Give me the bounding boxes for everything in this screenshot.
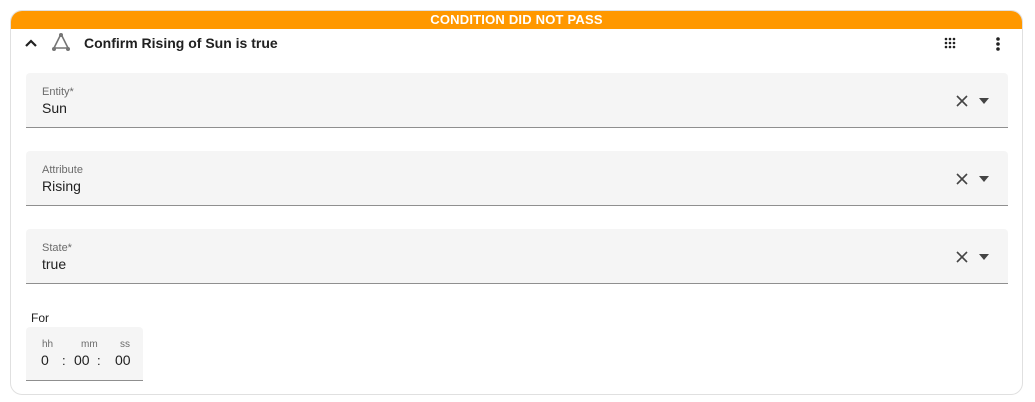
condition-card: CONDITION DID NOT PASS Confirm Rising of… [10, 10, 1023, 395]
chevron-up-icon [25, 39, 37, 47]
collapse-button[interactable] [21, 33, 41, 53]
condition-header[interactable]: Confirm Rising of Sun is true [11, 25, 1022, 65]
entity-field-value[interactable]: Sun [42, 100, 67, 116]
state-field-value[interactable]: true [42, 256, 66, 272]
time-separator: : [97, 353, 101, 368]
seconds-unit-label: ss [120, 339, 130, 350]
hours-input[interactable]: 0 [41, 352, 49, 368]
for-label: For [31, 311, 49, 325]
more-options-button[interactable] [989, 35, 1007, 53]
condition-icon [52, 33, 70, 51]
entity-field-label: Entity* [42, 86, 74, 98]
minutes-input[interactable]: 00 [74, 352, 90, 368]
dropdown-arrow-icon[interactable] [978, 175, 990, 183]
attribute-field[interactable]: Attribute Rising [26, 151, 1008, 206]
entity-field[interactable]: Entity* Sun [26, 73, 1008, 128]
state-field[interactable]: State* true [26, 229, 1008, 284]
state-field-label: State* [42, 242, 72, 254]
attribute-field-label: Attribute [42, 164, 83, 176]
hours-unit-label: hh [42, 339, 54, 350]
clear-icon[interactable] [954, 249, 970, 265]
more-vert-icon [996, 37, 1000, 51]
dropdown-arrow-icon[interactable] [978, 97, 990, 105]
clear-icon[interactable] [954, 93, 970, 109]
time-separator: : [62, 353, 66, 368]
drag-handle-button[interactable] [942, 35, 960, 53]
drag-grid-icon [944, 37, 956, 49]
duration-input[interactable]: hh mm ss 0 : 00 : 00 [26, 327, 143, 381]
clear-icon[interactable] [954, 171, 970, 187]
seconds-input[interactable]: 00 [115, 352, 131, 368]
condition-title: Confirm Rising of Sun is true [84, 35, 278, 51]
dropdown-arrow-icon[interactable] [978, 253, 990, 261]
attribute-field-value[interactable]: Rising [42, 178, 81, 194]
minutes-unit-label: mm [81, 339, 98, 350]
